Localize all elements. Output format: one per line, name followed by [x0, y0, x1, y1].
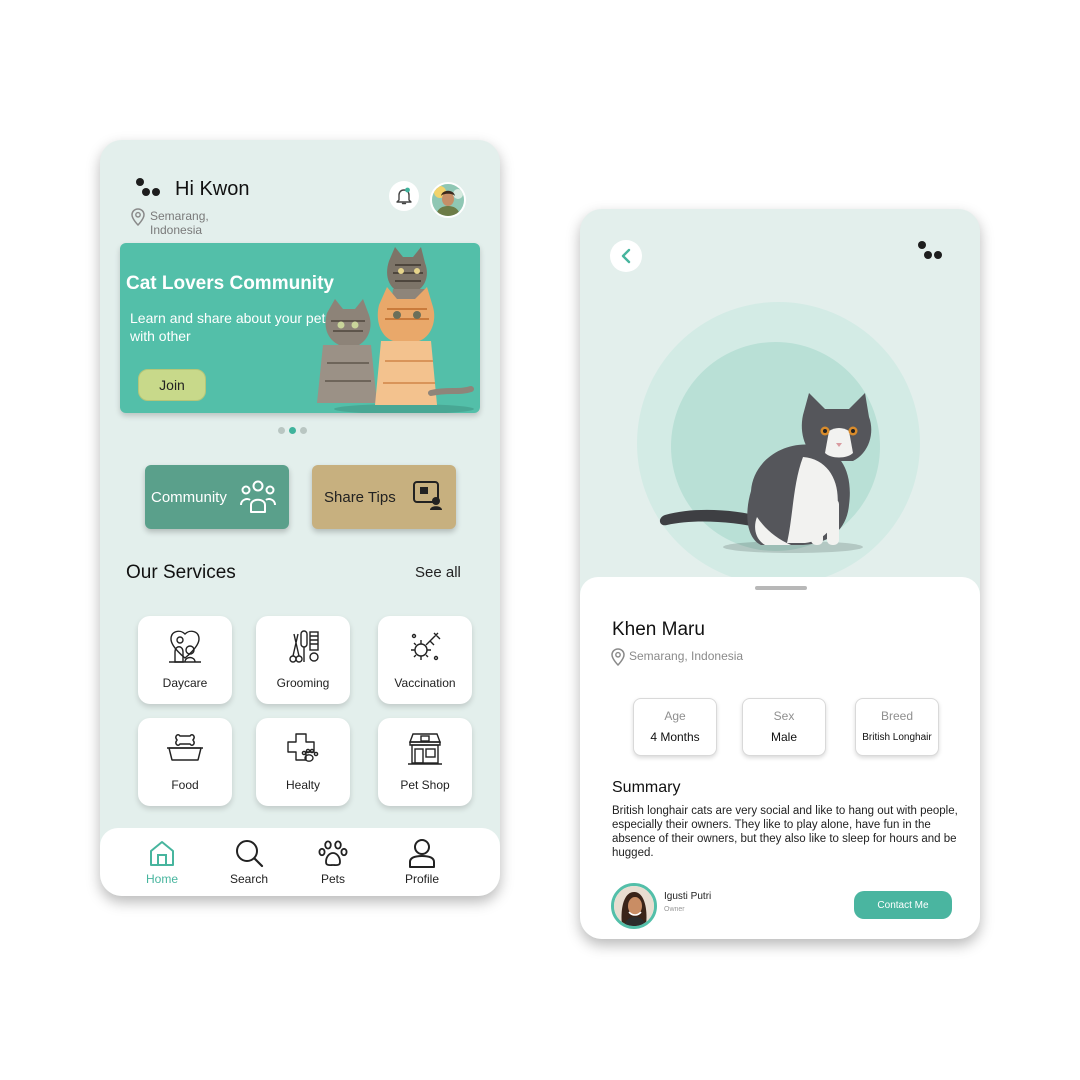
banner-title: Cat Lovers Community — [126, 273, 334, 294]
stat-label: Age — [664, 709, 686, 723]
notification-button[interactable] — [389, 181, 419, 211]
nav-pets[interactable]: Pets — [298, 838, 368, 886]
service-healty[interactable]: Healty — [256, 718, 350, 806]
pager-dot-active[interactable] — [289, 427, 296, 434]
service-label: Vaccination — [394, 676, 456, 690]
pet-name: Khen Maru — [612, 619, 705, 640]
service-label: Daycare — [162, 676, 208, 690]
banner-cats-image — [317, 247, 474, 413]
daycare-icon — [169, 630, 201, 663]
summary-text: British longhair cats are very social an… — [612, 805, 958, 859]
service-vaccination[interactable]: Vaccination — [378, 616, 472, 704]
location-pin-icon — [131, 208, 145, 226]
nav-search-label: Search — [229, 872, 269, 886]
drag-handle[interactable] — [755, 586, 807, 590]
nav-profile[interactable]: Profile — [387, 838, 457, 886]
back-button[interactable] — [610, 240, 642, 272]
people-group-icon — [240, 480, 276, 513]
user-location: Semarang, Indonesia — [150, 209, 209, 237]
share-tips-button[interactable]: Share Tips — [312, 465, 456, 529]
location-pin-icon — [611, 648, 625, 666]
grooming-icon — [289, 630, 319, 663]
join-button[interactable]: Join — [138, 369, 206, 401]
share-screen-icon — [413, 481, 442, 510]
user-location-line2: Indonesia — [150, 223, 203, 237]
owner-role: Owner — [664, 906, 685, 913]
service-food[interactable]: Food — [138, 718, 232, 806]
owner-avatar[interactable] — [611, 883, 657, 929]
service-label: Healty — [285, 778, 320, 792]
search-icon — [236, 840, 264, 868]
greeting-text: Hi Kwon — [175, 178, 250, 200]
community-button[interactable]: Community — [145, 465, 289, 529]
contact-me-button[interactable]: Contact Me — [854, 891, 952, 919]
user-avatar[interactable] — [430, 182, 466, 218]
nav-search[interactable]: Search — [214, 838, 284, 886]
summary-heading: Summary — [612, 779, 681, 796]
stat-breed: Breed British Longhair — [855, 698, 939, 756]
pager-dot[interactable] — [300, 427, 307, 434]
bottom-navigation: Home Search Pets Profile — [100, 828, 500, 896]
pet-location: Semarang, Indonesia — [629, 649, 744, 663]
nav-profile-label: Profile — [404, 872, 439, 886]
stat-value: British Longhair — [862, 732, 932, 743]
app-logo-icon — [916, 241, 946, 263]
vaccination-icon — [411, 632, 441, 661]
service-pet-shop[interactable]: Pet Shop — [378, 718, 472, 806]
bell-icon — [396, 187, 412, 205]
health-paw-icon — [287, 733, 319, 762]
detail-sheet: Khen Maru Semarang, Indonesia Age 4 Mont… — [580, 577, 980, 939]
banner-pager[interactable] — [278, 427, 307, 434]
banner-subtitle: Learn and share about your pet with othe… — [130, 310, 326, 344]
pet-shop-icon — [408, 733, 442, 765]
share-tips-button-label: Share Tips — [324, 488, 396, 506]
community-button-label: Community — [151, 488, 227, 506]
chevron-left-icon — [621, 248, 631, 264]
see-all-link[interactable]: See all — [415, 564, 461, 581]
stat-label: Breed — [880, 709, 914, 723]
pager-dot[interactable] — [278, 427, 285, 434]
service-grooming[interactable]: Grooming — [256, 616, 350, 704]
home-screen: Hi Kwon Semarang, Indonesia Cat Lovers C… — [100, 140, 500, 896]
pet-photo — [659, 393, 872, 553]
nav-pets-label: Pets — [320, 872, 345, 886]
stat-label: Sex — [773, 709, 795, 723]
home-icon — [150, 841, 174, 866]
nav-home[interactable]: Home — [127, 838, 197, 886]
service-label: Grooming — [276, 676, 330, 690]
stat-value: Male — [770, 730, 797, 744]
stat-value: 4 Months — [650, 730, 700, 744]
stat-age: Age 4 Months — [633, 698, 717, 756]
profile-icon — [409, 839, 435, 868]
app-logo-icon — [134, 178, 164, 200]
food-bowl-icon — [167, 734, 203, 761]
community-banner[interactable]: Cat Lovers Community Learn and share abo… — [120, 243, 480, 413]
owner-name: Igusti Putri — [664, 891, 712, 902]
services-heading: Our Services — [126, 562, 236, 583]
service-daycare[interactable]: Daycare — [138, 616, 232, 704]
user-location-line1: Semarang, — [150, 209, 209, 223]
stat-sex: Sex Male — [742, 698, 826, 756]
service-label: Pet Shop — [400, 778, 450, 792]
pet-detail-screen: Khen Maru Semarang, Indonesia Age 4 Mont… — [580, 209, 980, 939]
nav-home-label: Home — [145, 872, 178, 886]
service-label: Food — [171, 778, 199, 792]
paw-icon — [318, 840, 348, 867]
